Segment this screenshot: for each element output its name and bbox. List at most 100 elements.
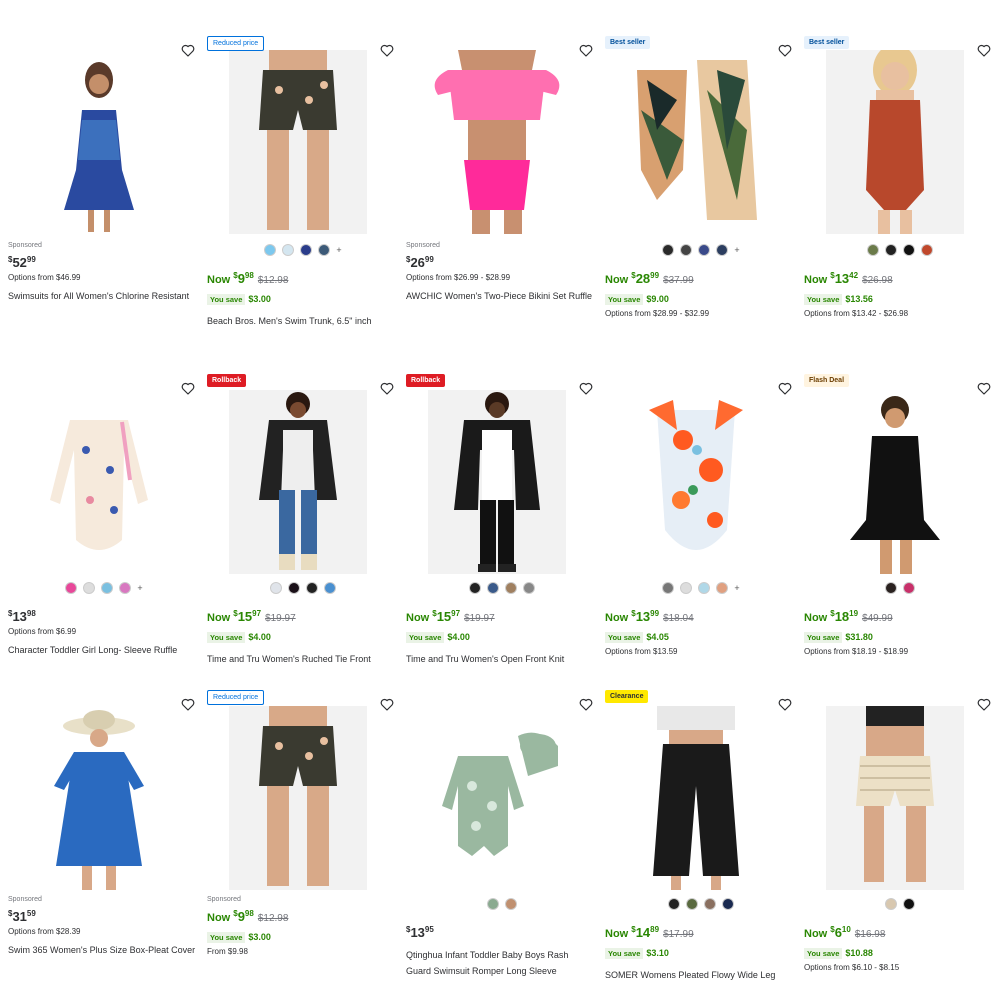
product-image[interactable]: [826, 706, 964, 890]
swatch-row: [804, 580, 996, 596]
color-swatch[interactable]: [680, 582, 693, 594]
color-swatch[interactable]: [885, 898, 897, 910]
product-card[interactable]: Rollback Now $1597 $19.97 You save $4.00 Time …: [207, 374, 399, 674]
color-swatch[interactable]: [903, 898, 915, 910]
product-card[interactable]: + Now $1399 $18.04 You save $4.05 Options from…: [605, 374, 797, 674]
color-swatch[interactable]: [680, 244, 693, 256]
product-card[interactable]: Flash Deal Now $1819 $49.99 You save $31.80 Op…: [804, 374, 996, 674]
color-swatch[interactable]: [523, 582, 535, 594]
product-title[interactable]: Swim 365 Women's Plus Size Box-Pleat Cov…: [8, 942, 208, 958]
color-swatch[interactable]: [288, 582, 300, 594]
color-swatch[interactable]: [662, 244, 675, 256]
favorite-heart-icon[interactable]: [578, 42, 594, 58]
color-swatch[interactable]: [885, 582, 897, 594]
product-image[interactable]: [428, 390, 566, 574]
color-swatch[interactable]: [119, 582, 132, 594]
color-swatch[interactable]: [921, 244, 933, 256]
favorite-heart-icon[interactable]: [379, 42, 395, 58]
color-swatch[interactable]: [264, 244, 277, 256]
color-swatch[interactable]: [83, 582, 96, 594]
product-image[interactable]: [826, 390, 964, 574]
more-swatches[interactable]: +: [137, 583, 142, 593]
color-swatch[interactable]: [65, 582, 78, 594]
product-image[interactable]: [428, 50, 566, 234]
product-image[interactable]: [627, 390, 765, 574]
color-swatch[interactable]: [300, 244, 313, 256]
more-swatches[interactable]: +: [734, 583, 739, 593]
product-title[interactable]: Swimsuits for All Women's Chlorine Resis…: [8, 288, 208, 304]
product-image[interactable]: [428, 706, 566, 890]
color-swatch[interactable]: [903, 244, 915, 256]
product-card[interactable]: Now $610 $16.98 You save $10.88 Options from …: [804, 690, 996, 990]
product-card[interactable]: Sponsored $3159 Options from $28.39 Swim 36…: [8, 690, 200, 990]
product-title[interactable]: Beach Bros. Men's Swim Trunk, 6.5" inch: [207, 313, 407, 329]
color-swatch[interactable]: [686, 898, 698, 910]
product-badge: Reduced price: [207, 690, 265, 705]
product-card[interactable]: Reduced price + Now $998 $12.98 You save $3.00…: [207, 36, 399, 336]
product-image[interactable]: [30, 390, 168, 574]
color-swatch[interactable]: [698, 244, 711, 256]
product-title[interactable]: SOMER Womens Pleated Flowy Wide Leg: [605, 967, 805, 983]
favorite-heart-icon[interactable]: [180, 696, 196, 712]
color-swatch[interactable]: [487, 898, 499, 910]
more-swatches[interactable]: +: [734, 245, 739, 255]
color-swatch[interactable]: [282, 244, 295, 256]
favorite-heart-icon[interactable]: [777, 696, 793, 712]
color-swatch[interactable]: [306, 582, 318, 594]
favorite-heart-icon[interactable]: [578, 380, 594, 396]
product-card[interactable]: $1395 Qtinghua Infant Toddler Baby Boys R…: [406, 690, 598, 990]
product-image[interactable]: [229, 50, 367, 234]
product-image[interactable]: [30, 706, 168, 890]
product-image[interactable]: [229, 390, 367, 574]
color-swatch[interactable]: [505, 898, 517, 910]
favorite-heart-icon[interactable]: [180, 42, 196, 58]
color-swatch[interactable]: [487, 582, 499, 594]
color-swatch[interactable]: [716, 582, 729, 594]
color-swatch[interactable]: [903, 582, 915, 594]
favorite-heart-icon[interactable]: [976, 696, 992, 712]
favorite-heart-icon[interactable]: [976, 380, 992, 396]
color-swatch[interactable]: [716, 244, 729, 256]
color-swatch[interactable]: [101, 582, 114, 594]
favorite-heart-icon[interactable]: [976, 42, 992, 58]
favorite-heart-icon[interactable]: [379, 696, 395, 712]
favorite-heart-icon[interactable]: [180, 380, 196, 396]
color-swatch[interactable]: [505, 582, 517, 594]
product-image[interactable]: [30, 50, 168, 234]
favorite-heart-icon[interactable]: [777, 380, 793, 396]
product-card[interactable]: Reduced price Sponsored Now $998 $12.98 You s…: [207, 690, 399, 990]
color-swatch[interactable]: [867, 244, 879, 256]
product-card[interactable]: Clearance Now $1489 $17.99 You save $3.10 SOME…: [605, 690, 797, 990]
product-card[interactable]: Best seller Now $1342 $26.98 You save $13.56 O…: [804, 36, 996, 336]
you-save-badge: You save $4.05: [605, 632, 669, 643]
product-title[interactable]: Time and Tru Women's Open Front Knit: [406, 651, 606, 667]
product-card[interactable]: Sponsored $2699 Options from $26.99 - $28.…: [406, 36, 598, 336]
color-swatch[interactable]: [469, 582, 481, 594]
product-title[interactable]: Character Toddler Girl Long- Sleeve Ruff…: [8, 642, 208, 658]
product-image[interactable]: [627, 50, 765, 234]
color-swatch[interactable]: [704, 898, 716, 910]
favorite-heart-icon[interactable]: [578, 696, 594, 712]
product-image[interactable]: [627, 706, 765, 890]
favorite-heart-icon[interactable]: [379, 380, 395, 396]
more-swatches[interactable]: +: [336, 245, 341, 255]
product-title[interactable]: Qtinghua Infant Toddler Baby Boys Rash: [406, 947, 606, 963]
product-card[interactable]: Rollback Now $1597 $19.97 You save $4.00 Time …: [406, 374, 598, 674]
product-title[interactable]: AWCHIC Women's Two-Piece Bikini Set Ruff…: [406, 288, 606, 304]
product-card[interactable]: Best seller + Now $2899 $37.99 You save $9.00 O…: [605, 36, 797, 336]
color-swatch[interactable]: [885, 244, 897, 256]
product-title-line-2[interactable]: Guard Swimsuit Romper Long Sleeve: [406, 963, 606, 979]
product-image[interactable]: [826, 50, 964, 234]
color-swatch[interactable]: [698, 582, 711, 594]
product-title[interactable]: Time and Tru Women's Ruched Tie Front: [207, 651, 407, 667]
color-swatch[interactable]: [324, 582, 336, 594]
product-card[interactable]: Sponsored $5299 Options from $46.99 Swimsui…: [8, 36, 200, 336]
color-swatch[interactable]: [270, 582, 282, 594]
favorite-heart-icon[interactable]: [777, 42, 793, 58]
product-card[interactable]: + $1398 Options from $6.99 Character Toddle…: [8, 374, 200, 674]
color-swatch[interactable]: [318, 244, 331, 256]
color-swatch[interactable]: [722, 898, 734, 910]
color-swatch[interactable]: [668, 898, 680, 910]
color-swatch[interactable]: [662, 582, 675, 594]
product-image[interactable]: [229, 706, 367, 890]
